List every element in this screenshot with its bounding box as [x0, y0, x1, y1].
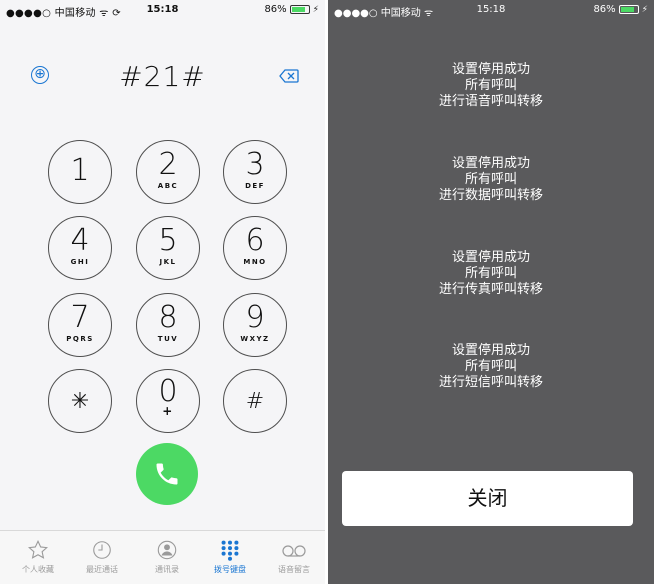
key-9[interactable]: 9 WXYZ: [223, 293, 287, 357]
battery-icon: [618, 5, 639, 14]
phone-icon: [156, 463, 178, 485]
charging-icon: ⚡: [312, 4, 319, 15]
tab-favorites[interactable]: 个人收藏: [8, 539, 68, 575]
star-icon: [28, 539, 48, 559]
battery-percent: 86%: [593, 4, 616, 15]
key-hash[interactable]: #: [223, 369, 287, 433]
key-2[interactable]: 2 ABC: [136, 140, 200, 204]
screenshot-frame: ●●●●○ 中国移动 ᯤ ⟳ 15:18 86% ⚡ ⊕ #21# 1 2 ABC…: [0, 0, 654, 584]
key-5[interactable]: 5 JKL: [136, 216, 200, 280]
message-fax-forwarding: 设置停用成功 所有呼叫 进行传真呼叫转移: [438, 250, 543, 297]
battery-icon: [289, 5, 310, 14]
status-bar: ●●●●○ 中国移动 ᯤ 15:18 86% ⚡: [328, 0, 654, 20]
key-8[interactable]: 8 TUV: [136, 293, 200, 357]
close-button[interactable]: 关闭: [342, 471, 633, 526]
add-contact-button[interactable]: ⊕: [31, 66, 49, 84]
message-voice-forwarding: 设置停用成功 所有呼叫 进行语音呼叫转移: [438, 62, 543, 109]
key-6[interactable]: 6 MNO: [223, 216, 287, 280]
tab-voicemail[interactable]: 语音留言: [264, 539, 324, 575]
status-bar: ●●●●○ 中国移动 ᯤ ⟳ 15:18 86% ⚡: [0, 0, 325, 20]
clock-icon: [93, 541, 111, 559]
call-button[interactable]: [136, 443, 198, 505]
message-data-forwarding: 设置停用成功 所有呼叫 进行数据呼叫转移: [438, 156, 543, 203]
contacts-icon: [157, 540, 177, 560]
key-1[interactable]: 1: [48, 140, 112, 204]
voicemail-icon: [282, 545, 306, 557]
key-star[interactable]: ✳: [48, 369, 112, 433]
key-4[interactable]: 4 GHI: [48, 216, 112, 280]
result-screen: ●●●●○ 中国移动 ᯤ 15:18 86% ⚡ 设置停用成功 所有呼叫 进行语…: [328, 0, 654, 584]
key-3[interactable]: 3 DEF: [223, 140, 287, 204]
key-7[interactable]: 7 PQRS: [48, 293, 112, 357]
key-0[interactable]: 0 +: [136, 369, 200, 433]
tab-recents[interactable]: 最近通话: [72, 539, 132, 575]
delete-digit-button[interactable]: [279, 68, 299, 83]
battery-indicator: 86% ⚡: [264, 4, 319, 15]
dialed-number: #21#: [119, 60, 206, 93]
keypad-icon: [221, 540, 239, 561]
dialer-screen: ●●●●○ 中国移动 ᯤ ⟳ 15:18 86% ⚡ ⊕ #21# 1 2 ABC…: [0, 0, 325, 584]
tab-bar: 个人收藏 最近通话 通讯录 拨号键盘 语音留言: [0, 530, 325, 584]
message-sms-forwarding: 设置停用成功 所有呼叫 进行短信呼叫转移: [438, 343, 543, 390]
battery-percent: 86%: [264, 4, 287, 15]
tab-keypad[interactable]: 拨号键盘: [200, 539, 260, 575]
tab-contacts[interactable]: 通讯录: [137, 539, 197, 575]
charging-icon: ⚡: [641, 4, 648, 15]
battery-indicator: 86% ⚡: [593, 4, 648, 15]
